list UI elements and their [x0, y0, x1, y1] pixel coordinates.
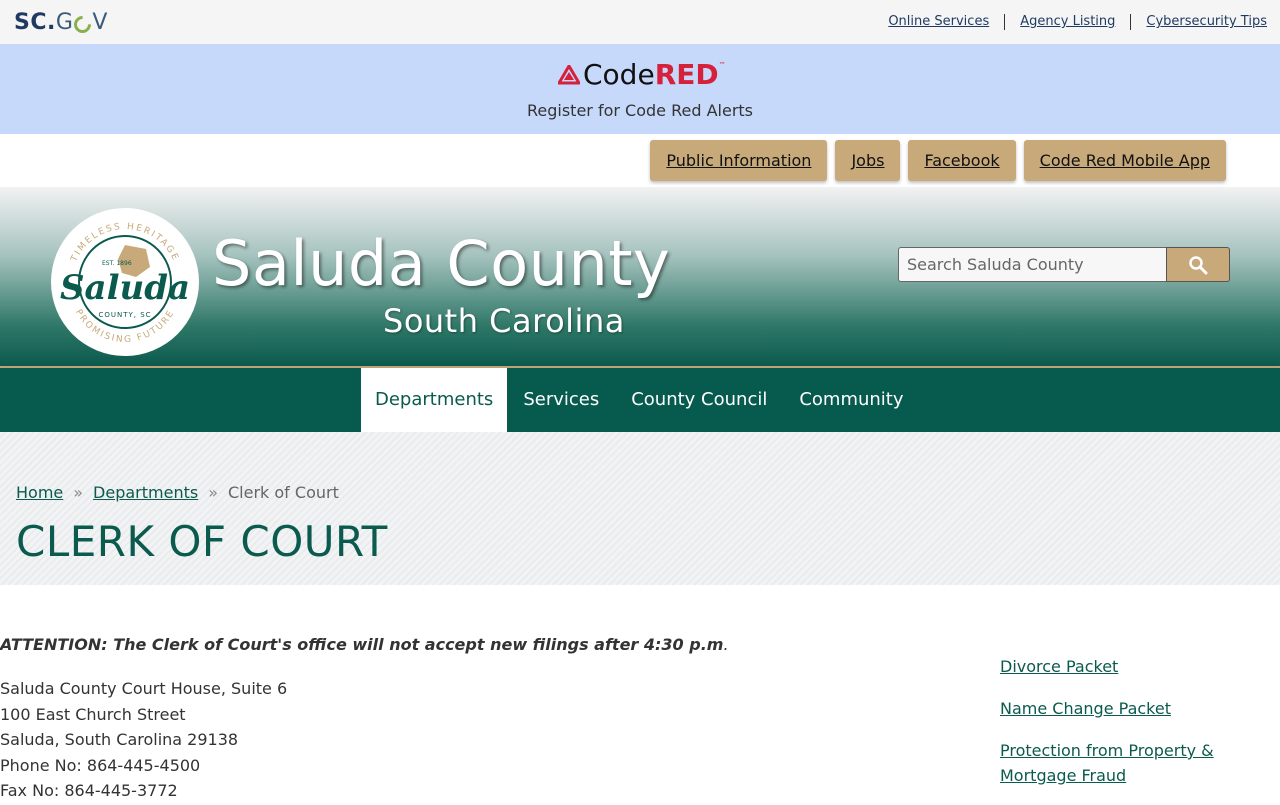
nav-departments[interactable]: Departments	[361, 368, 508, 432]
site-header: TIMELESS HERITAGE PROMISING FUTURE EST. …	[0, 187, 1280, 368]
seal-name: Saluda	[60, 268, 190, 308]
name-change-packet-link[interactable]: Name Change Packet	[1000, 696, 1240, 721]
agency-listing-link[interactable]: Agency Listing	[1004, 14, 1130, 30]
site-search	[898, 247, 1230, 282]
address-line: 100 East Church Street	[0, 704, 186, 724]
codered-subtitle[interactable]: Register for Code Red Alerts	[0, 101, 1280, 120]
nav-services[interactable]: Services	[507, 368, 615, 432]
public-information-button[interactable]: Public Information	[650, 140, 828, 181]
attention-period: .	[723, 635, 729, 654]
scgov-logo-dot: .	[47, 10, 56, 35]
breadcrumb-home-link[interactable]: Home	[16, 483, 63, 502]
code-red-mobile-app-button[interactable]: Code Red Mobile App	[1023, 140, 1226, 181]
jobs-button[interactable]: Jobs	[835, 140, 901, 181]
scgov-logo-v: V	[92, 10, 108, 35]
breadcrumb-departments-link[interactable]: Departments	[93, 483, 198, 502]
nav-community[interactable]: Community	[783, 368, 919, 432]
search-input[interactable]	[898, 247, 1166, 282]
codered-mark-icon	[558, 65, 580, 85]
scgov-top-bar: SC. G V Online Services Agency Listing Cyb…	[0, 0, 1280, 44]
page-title: CLERK OF COURT	[16, 517, 388, 566]
breadcrumb-separator: »	[208, 483, 218, 502]
county-seal-logo[interactable]: TIMELESS HERITAGE PROMISING FUTURE EST. …	[50, 207, 200, 357]
breadcrumb: Home » Departments » Clerk of Court	[16, 483, 339, 502]
codered-logo-tm: ™	[718, 61, 726, 69]
page-title-area: Home » Departments » Clerk of Court CLERK OF…	[0, 432, 1280, 585]
cybersecurity-tips-link[interactable]: Cybersecurity Tips	[1130, 14, 1267, 30]
search-button[interactable]	[1166, 247, 1230, 282]
crescent-moon-icon	[70, 11, 95, 37]
main-navigation: Departments Services County Council Comm…	[0, 368, 1280, 432]
divorce-packet-link[interactable]: Divorce Packet	[1000, 654, 1240, 679]
facebook-button[interactable]: Facebook	[908, 140, 1016, 181]
site-subtitle: South Carolina	[383, 302, 625, 340]
attention-notice: ATTENTION: The Clerk of Court's office w…	[0, 634, 729, 656]
quick-links: Public Information Jobs Facebook Code Re…	[642, 140, 1226, 181]
search-icon	[1189, 255, 1208, 274]
seal-est: EST. 1896	[102, 260, 132, 267]
codered-logo-code: Code	[583, 58, 655, 91]
site-title[interactable]: Saluda County	[212, 229, 670, 299]
breadcrumb-current: Clerk of Court	[228, 483, 339, 502]
sidebar-links: Divorce Packet Name Change Packet Protec…	[1000, 654, 1240, 805]
scgov-logo-g: G	[55, 10, 74, 35]
scgov-logo[interactable]: SC. G V	[14, 10, 108, 37]
codered-banner: Code RED ™	[0, 44, 1280, 134]
phone-number: Phone No: 864-445-4500	[0, 755, 201, 775]
online-services-link[interactable]: Online Services	[873, 14, 1004, 30]
attention-text: ATTENTION: The Clerk of Court's office w…	[0, 635, 724, 654]
office-address: Saluda County Court House, Suite 6 100 E…	[0, 676, 287, 804]
codered-logo[interactable]: Code RED ™	[558, 60, 726, 90]
address-line: Saluda County Court House, Suite 6	[0, 679, 288, 698]
nav-county-council[interactable]: County Council	[615, 368, 783, 432]
codered-logo-red: RED	[654, 58, 719, 91]
seal-county: COUNTY, SC	[98, 311, 151, 319]
address-line: Saluda, South Carolina 29138	[0, 730, 239, 749]
scgov-logo-sc: SC	[14, 10, 47, 35]
property-fraud-protection-link[interactable]: Protection from Property & Mortgage Frau…	[1000, 738, 1240, 788]
scgov-links: Online Services Agency Listing Cybersecu…	[873, 14, 1267, 30]
breadcrumb-separator: »	[73, 483, 84, 502]
